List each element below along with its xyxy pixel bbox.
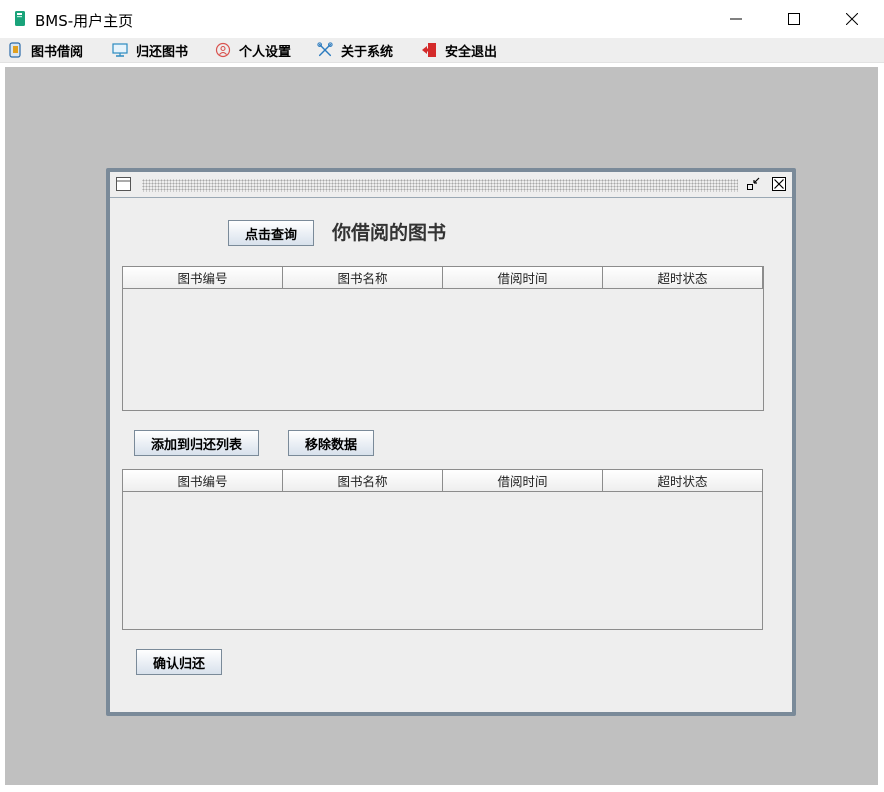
column-header-borrow-time[interactable]: 借阅时间	[443, 267, 603, 289]
column-header-book-name[interactable]: 图书名称	[283, 470, 443, 492]
add-to-return-list-button[interactable]: 添加到归还列表	[134, 430, 259, 456]
menu-item-return-books[interactable]: 归还图书	[112, 38, 188, 62]
menu-item-label: 图书借阅	[31, 44, 84, 60]
section-heading: 你借阅的图书	[332, 222, 447, 244]
iconify-icon[interactable]	[746, 176, 762, 192]
column-header-book-id[interactable]: 图书编号	[123, 470, 283, 492]
close-button[interactable]	[823, 0, 881, 38]
column-header-book-name[interactable]: 图书名称	[283, 267, 443, 289]
maximize-button[interactable]	[765, 0, 823, 38]
minimize-button[interactable]	[707, 0, 765, 38]
menu-item-safe-exit[interactable]: 安全退出	[421, 38, 497, 62]
column-header-overdue-status[interactable]: 超时状态	[603, 470, 763, 492]
borrowed-books-table[interactable]: 图书编号 图书名称 借阅时间 超时状态	[122, 266, 764, 411]
monitor-icon	[112, 42, 128, 58]
window-title-bar[interactable]: BMS-用户主页	[0, 0, 884, 38]
return-list-table[interactable]: 图书编号 图书名称 借阅时间 超时状态	[122, 469, 763, 630]
column-header-borrow-time[interactable]: 借阅时间	[443, 470, 603, 492]
maximize-icon	[788, 13, 800, 25]
menu-bar: 图书借阅 归还图书 个人设置 关于系统 安全退出	[0, 38, 884, 63]
frame-window-icon	[116, 177, 131, 191]
title-bar-grip	[142, 179, 738, 192]
exit-icon	[421, 42, 437, 58]
column-header-book-id[interactable]: 图书编号	[123, 267, 283, 289]
query-button[interactable]: 点击查询	[228, 220, 314, 246]
menu-item-label: 安全退出	[445, 44, 498, 60]
frame-close-icon[interactable]	[772, 177, 787, 192]
menu-item-label: 归还图书	[136, 44, 189, 60]
user-circle-icon	[215, 42, 231, 58]
internal-frame[interactable]: 点击查询 你借阅的图书 图书编号 图书名称 借阅时间 超时状态 添加到归还列表 …	[106, 168, 796, 716]
menu-item-personal-settings[interactable]: 个人设置	[215, 38, 291, 62]
remove-data-button[interactable]: 移除数据	[288, 430, 374, 456]
tools-icon	[317, 42, 333, 58]
book-icon	[7, 42, 23, 58]
book-app-icon	[15, 11, 25, 26]
close-icon	[846, 13, 858, 25]
window-title: BMS-用户主页	[35, 12, 134, 30]
internal-frame-title-bar[interactable]	[110, 172, 792, 198]
minimize-icon	[730, 18, 742, 20]
column-header-overdue-status[interactable]: 超时状态	[603, 267, 763, 289]
menu-item-about-system[interactable]: 关于系统	[317, 38, 393, 62]
menu-item-borrow-books[interactable]: 图书借阅	[7, 38, 83, 62]
menu-item-label: 个人设置	[239, 44, 292, 60]
table-header: 图书编号 图书名称 借阅时间 超时状态	[123, 470, 763, 492]
internal-frame-content: 点击查询 你借阅的图书 图书编号 图书名称 借阅时间 超时状态 添加到归还列表 …	[110, 172, 792, 712]
menu-item-label: 关于系统	[341, 44, 394, 60]
table-header: 图书编号 图书名称 借阅时间 超时状态	[123, 267, 763, 289]
confirm-return-button[interactable]: 确认归还	[136, 649, 222, 675]
